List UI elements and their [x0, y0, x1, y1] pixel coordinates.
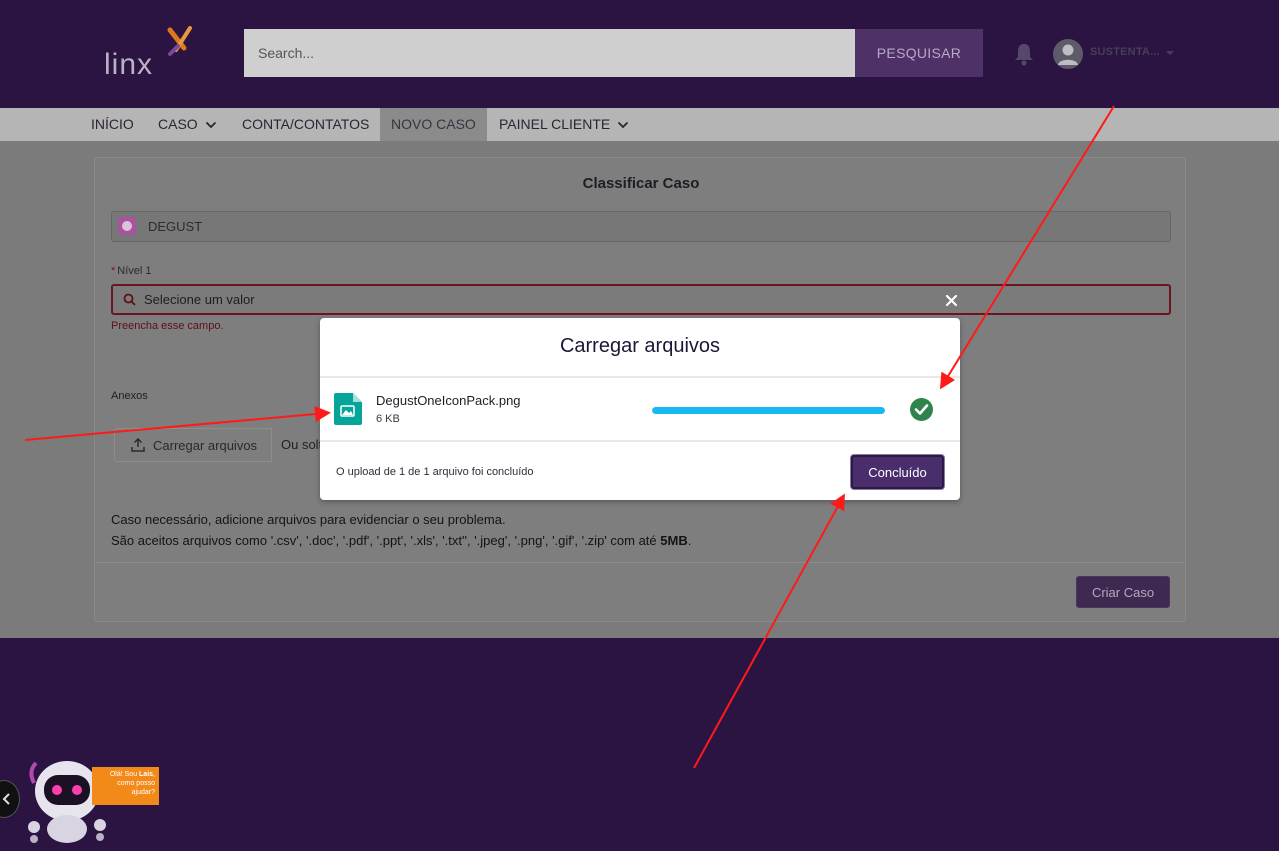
upload-progress-bar [652, 407, 885, 414]
chat-close-button[interactable] [0, 780, 20, 818]
user-avatar-icon[interactable] [1053, 39, 1083, 69]
main-nav: INÍCIO CASO CONTA/CONTATOS NOVO CASO PAI… [0, 108, 1279, 141]
help-middle: com até [606, 533, 661, 548]
close-icon[interactable] [944, 293, 959, 308]
nav-item-label: PAINEL CLIENTE [499, 116, 611, 132]
upload-files-modal: Carregar arquivos DegustOneIconPack.png … [320, 318, 960, 500]
check-circle-icon [910, 398, 933, 421]
account-icon [118, 217, 136, 235]
anexos-label: Anexos [111, 390, 148, 402]
nav-item-label: CONTA/CONTATOS [242, 116, 370, 132]
required-mark: * [111, 265, 116, 277]
help-text-line-2: São aceitos arquivos como '.csv', '.doc'… [111, 533, 691, 548]
logo-text: linx [104, 48, 154, 81]
upload-progress-fill [652, 407, 885, 414]
greeting-prefix: Olá! Sou [109, 771, 140, 778]
nav-item-label: NOVO CASO [391, 116, 476, 132]
nav-item-painel-cliente[interactable]: PAINEL CLIENTE [488, 108, 640, 141]
nav-item-novo-caso[interactable]: NOVO CASO [380, 108, 487, 141]
nivel-placeholder: Selecione um valor [144, 292, 255, 307]
nivel-label-text: Nível 1 [117, 265, 152, 277]
chevron-down-icon[interactable] [1164, 47, 1176, 59]
file-name: DegustOneIconPack.png [376, 393, 521, 408]
upload-icon [131, 438, 145, 452]
upload-files-button[interactable]: Carregar arquivos [114, 428, 272, 462]
user-name[interactable]: SUSTENTA... [1090, 46, 1160, 58]
help-file-types: '.csv', '.doc', '.pdf', '.ppt', '.xls', … [270, 533, 607, 548]
nivel-label: * Nível 1 [111, 265, 152, 277]
help-prefix: São aceitos arquivos como [111, 533, 271, 548]
search-button[interactable]: PESQUISAR [855, 29, 983, 77]
upload-button-label: Carregar arquivos [153, 437, 258, 453]
nav-item-inicio[interactable]: INÍCIO [80, 108, 145, 141]
done-button[interactable]: Concluído [851, 455, 944, 489]
linx-logo[interactable]: linx [104, 26, 194, 82]
search-input[interactable] [244, 29, 855, 77]
logo-mark-icon [167, 26, 192, 56]
nav-item-label: CASO [158, 116, 198, 132]
nav-item-conta-contatos[interactable]: CONTA/CONTATOS [231, 108, 380, 141]
modal-title: Carregar arquivos [559, 335, 721, 357]
card-divider [95, 562, 1185, 563]
bell-icon[interactable] [1013, 42, 1035, 66]
upload-status-text: O upload de 1 de 1 arquivo foi concluído [336, 466, 534, 478]
chevron-down-icon [618, 121, 629, 128]
top-header: linx PESQUISAR SUSTENTA... [0, 0, 1279, 108]
card-title: Classificar Caso [582, 175, 700, 192]
account-field[interactable]: DEGUST [111, 211, 1171, 242]
search-icon [123, 293, 136, 306]
create-case-button[interactable]: Criar Caso [1076, 576, 1170, 608]
chatbot-greeting[interactable]: Olá! Sou Lais, como posso ajudar? [92, 767, 159, 805]
chevron-down-icon [205, 121, 216, 128]
help-suffix: . [687, 533, 692, 548]
file-size: 6 KB [376, 413, 400, 425]
nav-item-caso[interactable]: CASO [147, 108, 228, 141]
account-value: DEGUST [148, 219, 203, 234]
help-text-line-1: Caso necessário, adicione arquivos para … [111, 512, 506, 527]
image-file-icon [334, 393, 362, 425]
nivel-1-lookup[interactable]: Selecione um valor [111, 284, 1171, 315]
nivel-error-text: Preencha esse campo. [111, 320, 224, 332]
upload-file-row: DegustOneIconPack.png 6 KB [320, 376, 960, 442]
nav-item-label: INÍCIO [91, 116, 134, 132]
greeting-name: Lais [139, 771, 154, 778]
help-size-limit: 5MB [660, 533, 688, 548]
drop-zone-text: Ou solt [281, 437, 323, 452]
chevron-left-icon [2, 793, 10, 805]
